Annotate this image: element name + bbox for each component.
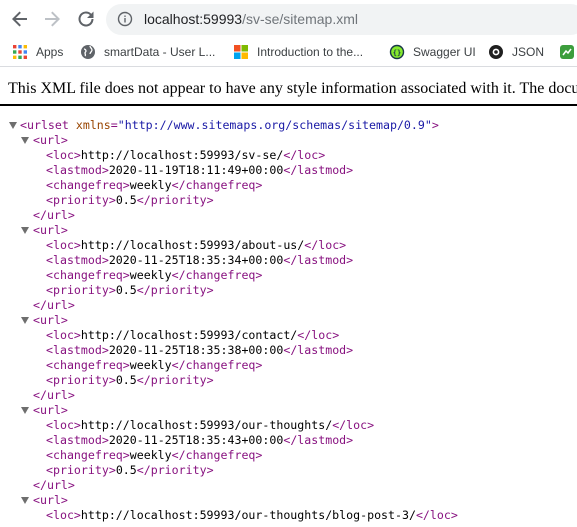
priority-line: <priority>0.5</priority>	[46, 463, 214, 477]
lastmod-line: <lastmod>2020-11-25T18:35:34+00:00</last…	[46, 253, 354, 267]
svg-text:{}: {}	[393, 49, 401, 57]
changefreq-value: weekly	[129, 178, 172, 192]
collapse-triangle-icon[interactable]	[9, 122, 17, 129]
priority-value: 0.5	[115, 193, 137, 207]
lastmod-line: <lastmod>2020-11-25T18:35:43+00:00</last…	[46, 433, 354, 447]
priority-value: 0.5	[115, 373, 137, 387]
changefreq-line: <changefreq>weekly</changefreq>	[46, 178, 263, 192]
urlset-tag: <urlset	[20, 118, 69, 132]
bookmark-json[interactable]: JSON	[488, 43, 544, 61]
changefreq-line: <changefreq>weekly</changefreq>	[46, 358, 263, 372]
xml-tree: <urlset xmlns="http://www.sitemaps.org/s…	[0, 118, 577, 523]
url-close-line: </url>	[33, 388, 75, 402]
url-host: localhost:59993	[144, 11, 243, 27]
apps-grid-icon	[12, 44, 28, 60]
browser-toolbar: localhost:59993/sv-se/sitemap.xml	[0, 0, 577, 38]
url-open-line: <url>	[0, 313, 577, 328]
bookmark-label: JSON	[512, 45, 545, 59]
bookmark-green-icon	[559, 44, 575, 60]
reload-button[interactable]	[74, 7, 98, 31]
url-open-line: <url>	[0, 403, 577, 418]
bookmark-label: Apps	[36, 45, 64, 59]
collapse-triangle-icon[interactable]	[21, 497, 29, 504]
bookmark-label: Introduction to the...	[257, 45, 364, 59]
lastmod-line: <lastmod>2020-11-19T18:11:49+00:00</last…	[46, 163, 354, 177]
loc-line: <loc>http://localhost:59993/our-thoughts…	[46, 418, 375, 432]
loc-line: <loc>http://localhost:59993/about-us/</l…	[46, 238, 347, 252]
microsoft-logo-icon	[233, 44, 249, 60]
url-text[interactable]: localhost:59993/sv-se/sitemap.xml	[144, 11, 358, 28]
priority-value: 0.5	[115, 283, 137, 297]
collapse-triangle-icon[interactable]	[21, 227, 29, 234]
forward-arrow-icon	[45, 11, 60, 27]
swagger-icon: {}	[389, 44, 405, 60]
url-close-line: </url>	[33, 298, 75, 312]
bookmark-swagger[interactable]: {} Swagger UI	[389, 43, 476, 61]
bookmark-apps[interactable]: Apps	[12, 43, 63, 61]
globe-icon	[80, 44, 96, 60]
changefreq-line: <changefreq>weekly</changefreq>	[46, 448, 263, 462]
info-icon[interactable]	[117, 11, 133, 27]
json-icon	[488, 44, 504, 60]
priority-line: <priority>0.5</priority>	[46, 373, 214, 387]
address-bar[interactable]: localhost:59993/sv-se/sitemap.xml	[106, 4, 577, 35]
bookmark-more[interactable]	[559, 43, 577, 61]
changefreq-line: <changefreq>weekly</changefreq>	[46, 268, 263, 282]
url-open-line: <url>	[0, 133, 577, 148]
reload-icon	[78, 11, 94, 27]
bookmarks-bar: Apps smartData - User L... Introduction …	[0, 38, 577, 67]
collapse-triangle-icon[interactable]	[21, 407, 29, 414]
collapse-triangle-icon[interactable]	[21, 317, 29, 324]
back-button[interactable]	[8, 7, 32, 31]
loc-value: http://localhost:59993/contact/	[80, 328, 298, 342]
url-open-line: <url>	[0, 493, 577, 508]
forward-button[interactable]	[40, 7, 64, 31]
loc-line: <loc>http://localhost:59993/sv-se/</loc>	[46, 148, 326, 162]
xmlns-attr: xmlns	[75, 118, 111, 132]
url-close-line: </url>	[33, 208, 75, 222]
bookmark-label: Swagger UI	[413, 45, 476, 59]
lastmod-value: 2020-11-25T18:35:43+00:00	[108, 433, 284, 447]
xmlns-value: "http://www.sitemaps.org/schemas/sitemap…	[117, 118, 432, 132]
changefreq-value: weekly	[129, 358, 172, 372]
url-path: /sv-se/sitemap.xml	[242, 11, 358, 27]
priority-line: <priority>0.5</priority>	[46, 283, 214, 297]
bookmark-label: smartData - User L...	[104, 45, 216, 59]
lastmod-value: 2020-11-25T18:35:34+00:00	[108, 253, 284, 267]
loc-line: <loc>http://localhost:59993/our-thoughts…	[46, 508, 458, 522]
loc-value: http://localhost:59993/our-thoughts/blog…	[80, 508, 416, 522]
bookmark-smartdata[interactable]: smartData - User L...	[80, 43, 215, 61]
loc-value: http://localhost:59993/about-us/	[80, 238, 305, 252]
loc-value: http://localhost:59993/sv-se/	[80, 148, 284, 162]
url-close-line: </url>	[33, 478, 75, 492]
changefreq-value: weekly	[129, 448, 172, 462]
bookmark-introduction[interactable]: Introduction to the...	[233, 43, 363, 61]
lastmod-line: <lastmod>2020-11-25T18:35:38+00:00</last…	[46, 343, 354, 357]
xml-style-notice: This XML file does not appear to have an…	[0, 68, 577, 106]
loc-value: http://localhost:59993/our-thoughts/	[80, 418, 333, 432]
changefreq-value: weekly	[129, 268, 172, 282]
lastmod-value: 2020-11-25T18:35:38+00:00	[108, 343, 284, 357]
back-arrow-icon	[12, 11, 27, 27]
priority-line: <priority>0.5</priority>	[46, 193, 214, 207]
lastmod-value: 2020-11-19T18:11:49+00:00	[108, 163, 284, 177]
urlset-open-line: <urlset xmlns="http://www.sitemaps.org/s…	[0, 118, 577, 133]
url-open-line: <url>	[0, 223, 577, 238]
collapse-triangle-icon[interactable]	[21, 137, 29, 144]
loc-line: <loc>http://localhost:59993/contact/</lo…	[46, 328, 340, 342]
priority-value: 0.5	[115, 463, 137, 477]
